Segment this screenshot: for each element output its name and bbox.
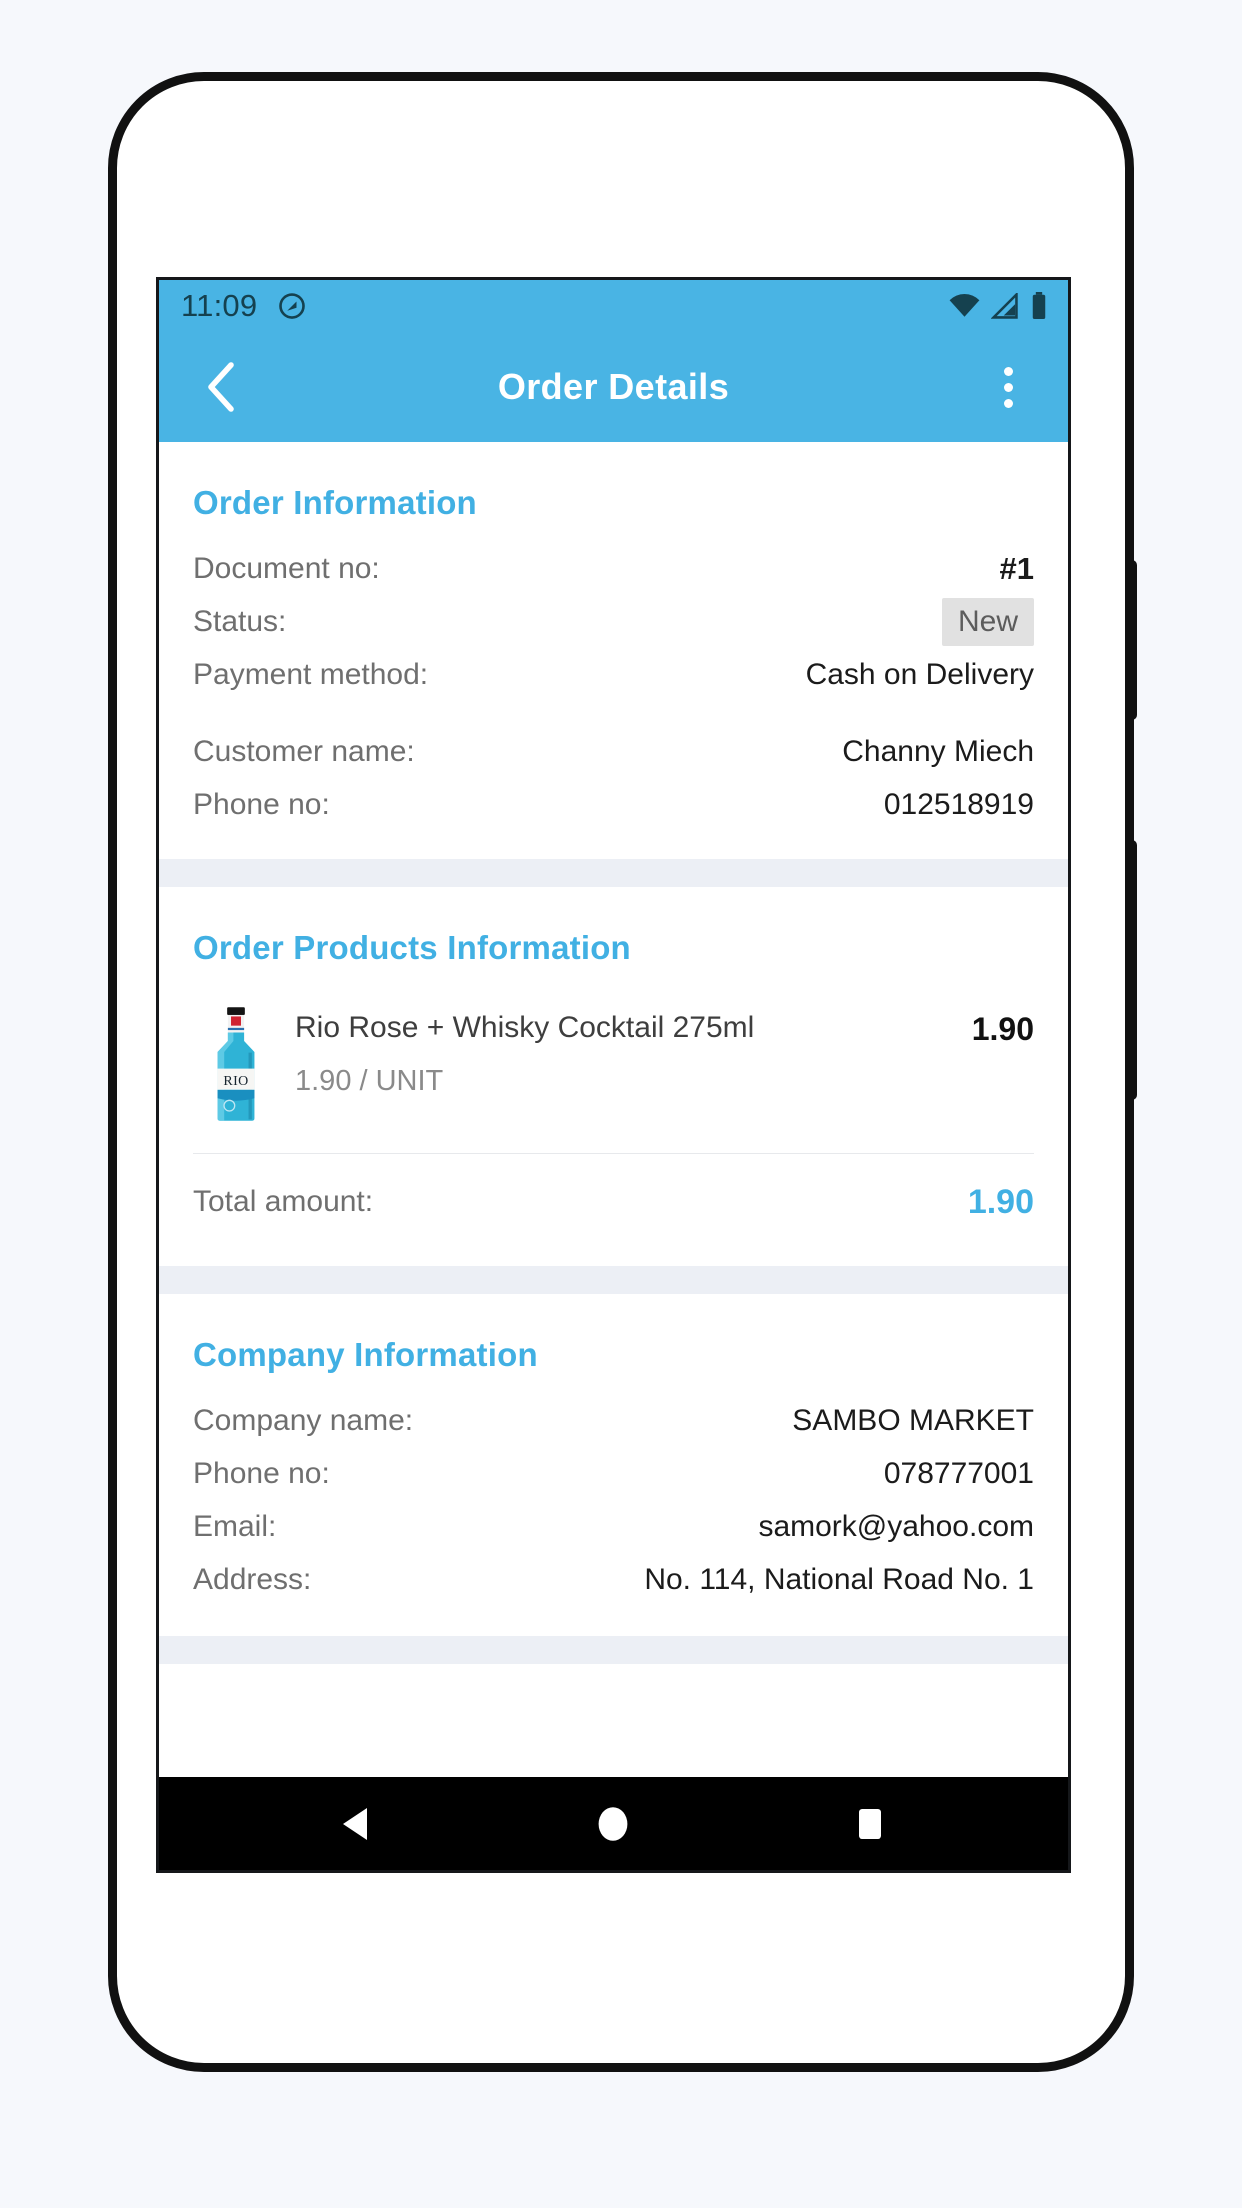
overflow-dot <box>1003 366 1013 376</box>
nav-recents-button[interactable] <box>827 1791 913 1857</box>
section-separator <box>159 859 1068 887</box>
order-information-heading: Order Information <box>193 484 477 521</box>
power-button[interactable] <box>1125 840 1137 1100</box>
row-company-name: Company name: SAMBO MARKET <box>193 1394 1034 1447</box>
rio-bottle-image: RIO <box>217 1007 255 1121</box>
document-no-label: Document no: <box>193 551 380 585</box>
order-products-information-card: Order Products Information RIO Rio Rose … <box>159 887 1068 1266</box>
back-chevron-icon <box>208 362 234 412</box>
app-bar: Order Details <box>159 332 1068 442</box>
volume-button[interactable] <box>1125 560 1137 720</box>
company-information-card: Company Information Company name: SAMBO … <box>159 1294 1068 1636</box>
nav-home-icon <box>599 1806 628 1841</box>
android-navigation-bar <box>159 1777 1068 1870</box>
status-bar-clock: 11:09 <box>181 288 258 323</box>
signal-icon <box>991 293 1019 319</box>
company-email-label: Email: <box>193 1509 277 1543</box>
overflow-menu-button[interactable] <box>982 356 1034 418</box>
section-separator <box>159 1266 1068 1294</box>
product-unit-price: 1.90 / UNIT <box>295 1064 444 1097</box>
row-status: Status: New <box>193 595 1034 648</box>
product-info: Rio Rose + Whisky Cocktail 275ml 1.90 / … <box>279 1005 972 1098</box>
company-phone-value: 078777001 <box>883 1456 1034 1490</box>
wifi-icon <box>949 293 980 319</box>
nav-home-button[interactable] <box>570 1791 656 1857</box>
row-document-no: Document no: #1 <box>193 542 1034 595</box>
product-name: Rio Rose + Whisky Cocktail 275ml <box>295 1011 755 1044</box>
company-address-value: No. 114, National Road No. 1 <box>644 1562 1034 1596</box>
row-company-email: Email: samork@yahoo.com <box>193 1500 1034 1553</box>
company-email-value: samork@yahoo.com <box>758 1509 1034 1543</box>
overflow-dot <box>1003 398 1013 408</box>
document-no-value: #1 <box>999 550 1034 586</box>
company-name-value: SAMBO MARKET <box>792 1403 1034 1437</box>
row-company-address: Address: No. 114, National Road No. 1 <box>193 1553 1034 1606</box>
customer-phone-label: Phone no: <box>193 787 330 821</box>
total-amount-value: 1.90 <box>967 1182 1034 1221</box>
nav-recents-icon <box>858 1808 881 1839</box>
total-amount-label: Total amount: <box>193 1185 374 1218</box>
product-thumbnail: RIO <box>193 1005 279 1123</box>
payment-method-value: Cash on Delivery <box>805 657 1034 691</box>
device-screen: 11:09 Order Details Order Information Do… <box>156 277 1071 1873</box>
row-total-amount: Total amount: 1.90 <box>193 1154 1034 1250</box>
order-products-information-heading: Order Products Information <box>193 929 631 966</box>
company-phone-label: Phone no: <box>193 1456 330 1490</box>
svg-text:RIO: RIO <box>223 1074 248 1089</box>
battery-icon <box>1030 292 1048 320</box>
payment-method-label: Payment method: <box>193 657 429 691</box>
product-list-item[interactable]: RIO Rio Rose + Whisky Cocktail 275ml 1.9… <box>193 977 1034 1153</box>
nav-back-button[interactable] <box>314 1791 400 1857</box>
back-button[interactable] <box>193 358 251 416</box>
customer-name-label: Customer name: <box>193 734 415 768</box>
company-address-label: Address: <box>193 1562 312 1596</box>
order-information-card: Order Information Document no: #1 Status… <box>159 442 1068 859</box>
overflow-dot <box>1003 382 1013 392</box>
assistant-circle-icon <box>277 291 307 321</box>
section-separator-bottom <box>159 1636 1068 1664</box>
order-details-content[interactable]: Order Information Document no: #1 Status… <box>159 442 1068 1777</box>
nav-back-icon <box>343 1807 368 1840</box>
product-line-total: 1.90 <box>971 1011 1034 1047</box>
company-name-label: Company name: <box>193 1403 414 1437</box>
company-information-heading: Company Information <box>193 1336 538 1373</box>
row-customer-phone: Phone no: 012518919 <box>193 778 1034 831</box>
status-badge: New <box>941 597 1034 646</box>
status-label: Status: <box>193 604 287 638</box>
status-bar-icons <box>949 292 1048 320</box>
customer-phone-value: 012518919 <box>883 787 1034 821</box>
page-title: Order Details <box>497 366 730 407</box>
row-customer-name: Customer name: Channy Miech <box>193 725 1034 778</box>
status-bar: 11:09 <box>159 280 1068 332</box>
row-company-phone: Phone no: 078777001 <box>193 1447 1034 1500</box>
customer-name-value: Channy Miech <box>842 734 1034 768</box>
row-payment-method: Payment method: Cash on Delivery <box>193 648 1034 701</box>
